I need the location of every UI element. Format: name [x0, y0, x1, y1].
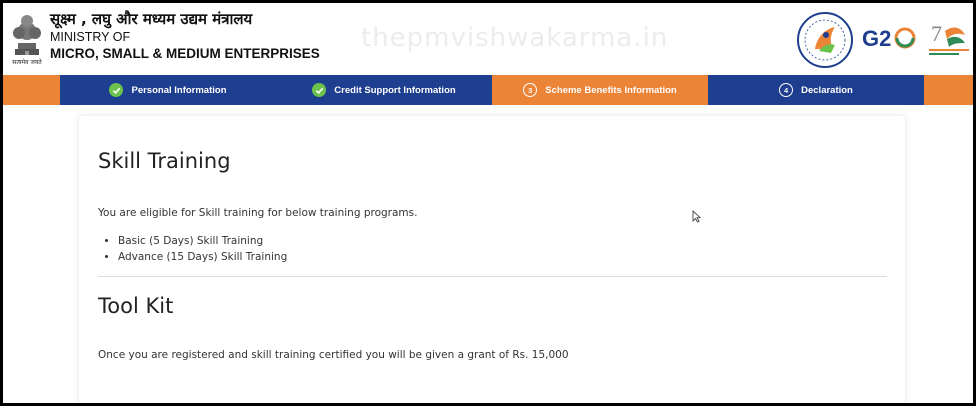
watermark: thepmvishwakarma.in: [361, 23, 669, 53]
training-program-list: Basic (5 Days) Skill Training Advance (1…: [98, 233, 287, 265]
step-personal-information[interactable]: Personal Information: [60, 75, 276, 105]
step-credit-support-information[interactable]: Credit Support Information: [276, 75, 492, 105]
step-number: 4: [779, 83, 794, 97]
ministry-name-hindi: सूक्ष्म , लघु और मध्यम उद्यम मंत्रालय: [50, 10, 253, 28]
app-window: सत्यमेव जयते सूक्ष्म , लघु और मध्यम उद्य…: [3, 3, 973, 403]
pm-vishwakarma-logo-icon: [795, 11, 855, 69]
progress-stepper: Personal Information Credit Support Info…: [3, 75, 973, 105]
svg-text:G2: G2: [862, 26, 891, 51]
check-icon: [109, 83, 124, 97]
emblem-caption: सत्यमेव जयते: [12, 59, 42, 66]
skill-training-title: Skill Training: [98, 149, 231, 173]
tool-kit-title: Tool Kit: [98, 294, 174, 318]
skill-training-description: You are eligible for Skill training for …: [98, 207, 418, 219]
list-item: Basic (5 Days) Skill Training: [118, 233, 287, 249]
list-item: Advance (15 Days) Skill Training: [118, 249, 287, 265]
mouse-cursor-icon: [692, 209, 702, 228]
step-number: 3: [523, 83, 538, 97]
step-label: Credit Support Information: [334, 84, 456, 96]
step-label: Personal Information: [131, 84, 227, 96]
ministry-of-label: MINISTRY OF: [50, 30, 131, 44]
scheme-benefits-card: Skill Training You are eligible for Skil…: [79, 116, 905, 403]
step-label: Declaration: [801, 84, 853, 96]
ministry-name: MICRO, SMALL & MEDIUM ENTERPRISES: [50, 46, 320, 61]
site-header: सत्यमेव जयते सूक्ष्म , लघु और मध्यम उद्य…: [3, 3, 973, 75]
check-icon: [312, 83, 327, 97]
svg-text:7: 7: [931, 21, 942, 46]
section-divider: [98, 276, 887, 277]
tool-kit-description: Once you are registered and skill traini…: [98, 349, 569, 361]
g20-logo-icon: G2: [860, 21, 916, 55]
step-scheme-benefits-information[interactable]: 3 Scheme Benefits Information: [492, 75, 708, 105]
step-label: Scheme Benefits Information: [545, 84, 677, 96]
step-declaration[interactable]: 4 Declaration: [708, 75, 924, 105]
azadi-ka-amrit-mahotsav-logo-icon: 7: [925, 17, 973, 65]
